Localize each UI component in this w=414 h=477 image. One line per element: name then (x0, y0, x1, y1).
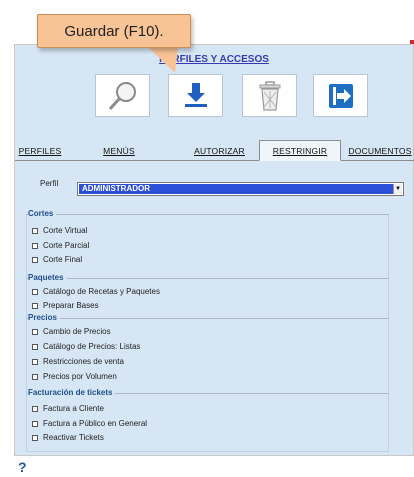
checkbox-corte-final[interactable]: Corte Final (32, 255, 82, 264)
perfil-value: ADMINISTRADOR (79, 184, 394, 194)
perfil-label: Perfil (40, 179, 59, 188)
perfil-select[interactable]: ADMINISTRADOR ▼ (77, 182, 404, 196)
checkbox-icon[interactable] (32, 405, 38, 412)
checkbox-cambio-precios[interactable]: Cambio de Precios (32, 327, 111, 336)
checkbox-factura-cliente[interactable]: Factura a Cliente (32, 404, 104, 413)
help-icon[interactable]: ? (18, 459, 27, 475)
checkbox-catalogo-recetas[interactable]: Catálogo de Recetas y Paquetes (32, 287, 160, 296)
chevron-down-icon[interactable]: ▼ (393, 184, 402, 194)
checkbox-restricciones-venta[interactable]: Restricciones de venta (32, 357, 124, 366)
save-icon (184, 82, 207, 107)
exit-button[interactable] (313, 74, 368, 117)
group-label: Cortes (28, 209, 57, 218)
checkbox-icon[interactable] (32, 343, 38, 350)
checkbox-icon[interactable] (32, 358, 38, 365)
delete-button[interactable] (242, 74, 297, 117)
search-button[interactable] (95, 74, 150, 117)
save-tooltip: Guardar (F10). (37, 14, 191, 48)
group-cortes: Cortes (26, 209, 389, 218)
window-title: PERFILES Y ACCESOS (159, 54, 269, 65)
tab-documentos[interactable]: DOCUMENTOS (345, 140, 414, 161)
trash-icon (259, 80, 280, 111)
tab-autorizar[interactable]: AUTORIZAR (182, 140, 257, 161)
checkbox-preparar-bases[interactable]: Preparar Bases (32, 301, 99, 310)
group-label: Paquetes (28, 273, 67, 282)
save-button[interactable] (168, 74, 223, 117)
group-paquetes: Paquetes (26, 273, 389, 282)
checkbox-icon[interactable] (32, 242, 38, 249)
checkbox-icon[interactable] (32, 434, 38, 441)
checkbox-precios-volumen[interactable]: Precios por Volumen (32, 372, 117, 381)
exit-icon (328, 83, 353, 108)
checkbox-icon[interactable] (32, 420, 38, 427)
checkbox-icon[interactable] (32, 256, 38, 263)
checkbox-reactivar-tickets[interactable]: Reactivar Tickets (32, 433, 104, 442)
tab-restringir[interactable]: RESTRINGIR (259, 140, 341, 161)
group-precios: Precios (26, 313, 389, 322)
tab-bar: PERFILES MENÚS AUTORIZAR RESTRINGIR DOCU… (15, 138, 414, 161)
checkbox-corte-virtual[interactable]: Corte Virtual (32, 226, 87, 235)
checkbox-icon[interactable] (32, 227, 38, 234)
checkbox-icon[interactable] (32, 302, 38, 309)
group-facturacion: Facturación de tickets (26, 388, 389, 397)
checkbox-icon[interactable] (32, 288, 38, 295)
checkbox-catalogo-precios[interactable]: Catálogo de Precios: Listas (32, 342, 140, 351)
tab-menus[interactable]: MENÚS (81, 140, 157, 161)
checkbox-factura-publico[interactable]: Factura a Público en General (32, 419, 147, 428)
tab-perfiles[interactable]: PERFILES (15, 140, 65, 161)
app-screen: PERFILES Y ACCESOS PERFILES MENÚS AUTORI… (0, 0, 414, 477)
group-label: Precios (28, 313, 60, 322)
checkbox-icon[interactable] (32, 328, 38, 335)
checkbox-corte-parcial[interactable]: Corte Parcial (32, 241, 89, 250)
group-label: Facturación de tickets (28, 388, 116, 397)
search-icon (108, 81, 136, 110)
checkbox-icon[interactable] (32, 373, 38, 380)
